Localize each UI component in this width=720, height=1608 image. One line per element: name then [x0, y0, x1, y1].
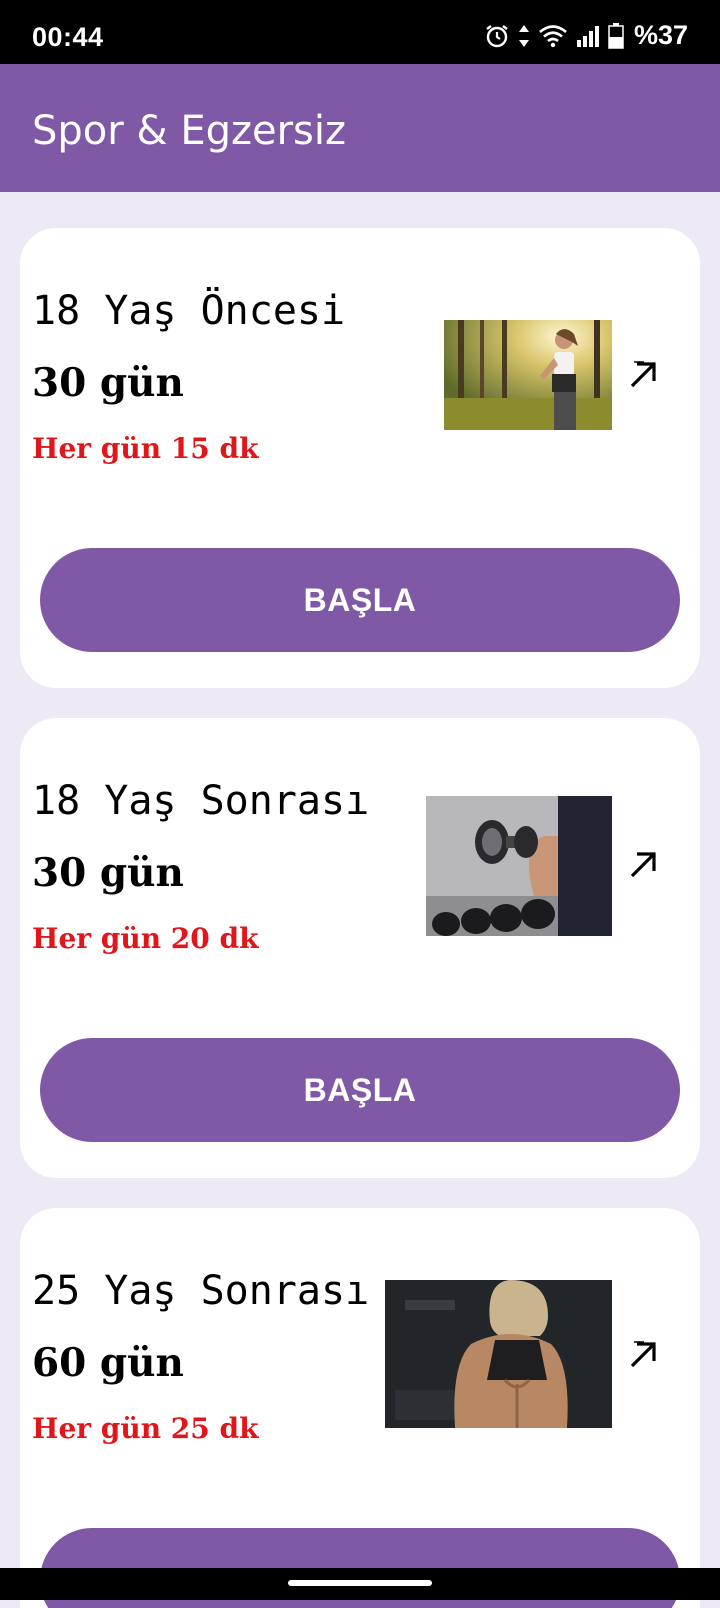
navigation-bar [0, 1568, 720, 1600]
signal-icon [576, 25, 600, 47]
program-card: 18 Yaş Sonrası 30 gün Her gün 20 dk BAŞL… [20, 718, 700, 1178]
arrow-up-right-icon[interactable] [626, 848, 660, 882]
program-duration: 60 gün [32, 1340, 184, 1386]
alarm-icon [484, 23, 510, 49]
arrow-up-right-icon[interactable] [626, 1338, 660, 1372]
arrow-up-right-icon[interactable] [626, 358, 660, 392]
status-bar: 00:44 %37 [0, 0, 720, 64]
app-title: Spor & Egzersiz [32, 108, 346, 154]
home-handle[interactable] [288, 1580, 432, 1586]
program-duration: 30 gün [32, 360, 184, 406]
program-card: 25 Yaş Sonrası 60 gün Her gün 25 dk BAŞL… [20, 1208, 700, 1608]
start-button[interactable]: BAŞLA [40, 1038, 680, 1142]
program-daily-time: Her gün 15 dk [32, 432, 259, 465]
battery-icon [608, 22, 624, 49]
program-title: 25 Yaş Sonrası [32, 1268, 370, 1314]
status-time: 00:44 [32, 22, 104, 52]
dumbbell-curl-photo [426, 796, 612, 936]
woman-back-muscles-photo [385, 1280, 612, 1428]
start-button[interactable]: BAŞLA [40, 548, 680, 652]
wifi-icon [538, 24, 568, 48]
data-arrows-icon [518, 23, 530, 49]
battery-percentage: %37 [633, 20, 688, 50]
app-bar: Spor & Egzersiz [0, 64, 720, 192]
program-daily-time: Her gün 20 dk [32, 922, 259, 955]
program-duration: 30 gün [32, 850, 184, 896]
program-daily-time: Her gün 25 dk [32, 1412, 259, 1445]
program-title: 18 Yaş Sonrası [32, 778, 370, 824]
status-icons: %37 [484, 20, 688, 51]
program-card: 18 Yaş Öncesi 30 gün Her gün 15 dk BAŞLA [20, 228, 700, 688]
program-title: 18 Yaş Öncesi [32, 288, 346, 334]
woman-running-in-forest-photo [444, 320, 612, 430]
